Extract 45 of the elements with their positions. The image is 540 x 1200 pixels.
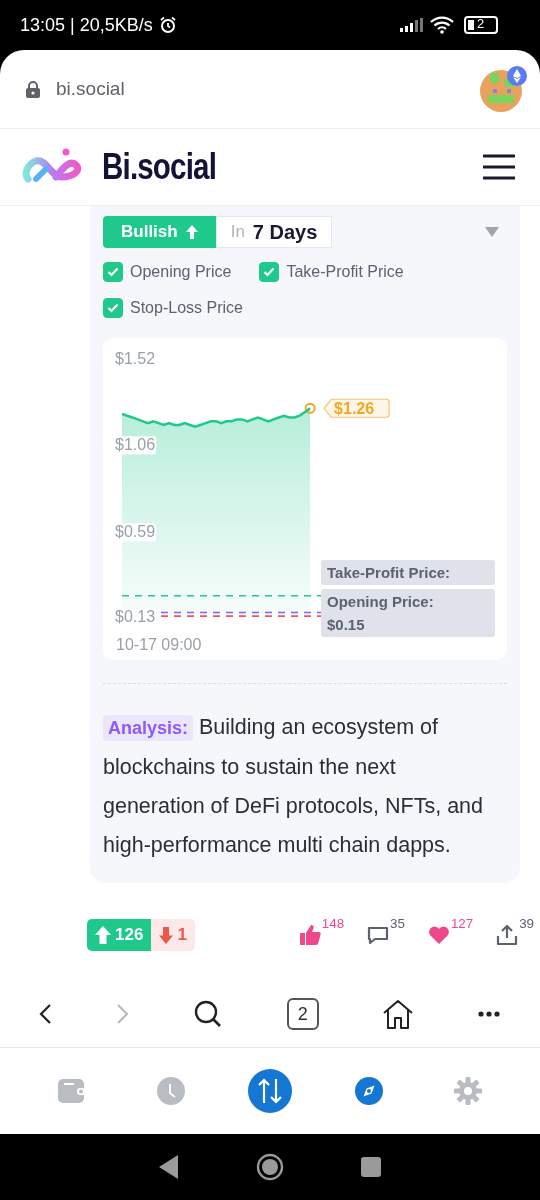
axis-tick-label: $1.52 bbox=[115, 350, 156, 368]
avatar-icon[interactable] bbox=[480, 65, 528, 113]
checkbox-option[interactable]: Opening Price bbox=[103, 262, 232, 282]
check-icon bbox=[107, 303, 119, 313]
arrow-up-icon bbox=[185, 225, 198, 239]
axis-tick-label: $1.06 bbox=[115, 435, 156, 453]
back-icon[interactable] bbox=[38, 1003, 52, 1025]
checkbox[interactable] bbox=[259, 262, 280, 282]
signal-icon bbox=[400, 18, 424, 32]
checkbox[interactable] bbox=[103, 262, 123, 282]
tooltip-value: $0.15 bbox=[327, 616, 366, 633]
tooltip-title: Take-Profit Price: bbox=[327, 564, 452, 581]
start-time-label: 10-17 09:00 bbox=[116, 636, 202, 653]
alarm-icon bbox=[158, 16, 177, 34]
recents-nav-icon[interactable] bbox=[361, 1157, 382, 1177]
checkbox-option[interactable]: Stop-Loss Price bbox=[103, 298, 243, 318]
home-icon[interactable] bbox=[382, 999, 415, 1029]
current-point bbox=[304, 402, 316, 414]
period-text: 7 Days bbox=[252, 220, 318, 244]
checkbox[interactable] bbox=[103, 298, 123, 318]
axis-tick-label: $0.59 bbox=[115, 522, 156, 540]
logo-text[interactable]: Bi.social bbox=[102, 146, 217, 188]
period-prefix: In bbox=[230, 222, 245, 242]
price-label: $1.26 bbox=[323, 398, 390, 418]
back-nav-icon[interactable] bbox=[158, 1155, 179, 1179]
more-icon[interactable] bbox=[477, 1011, 500, 1017]
swap-button[interactable] bbox=[247, 1069, 292, 1113]
compass-icon[interactable] bbox=[355, 1077, 384, 1105]
arrow-up-icon bbox=[95, 926, 111, 944]
arrow-down-icon bbox=[159, 926, 174, 944]
url-text[interactable]: bi.social bbox=[56, 78, 125, 100]
menu-icon[interactable] bbox=[482, 153, 516, 181]
home-nav-icon[interactable] bbox=[256, 1153, 284, 1181]
check-icon bbox=[263, 267, 276, 277]
analysis-text: Analysis: Building an ecosystem of blockchains to sustain the next generation of DeFi protocols, NFTs, and high-performance multi chain dapps. bbox=[103, 714, 485, 859]
battery-icon: 2 bbox=[464, 16, 498, 34]
dropdown-caret-icon[interactable] bbox=[485, 227, 499, 237]
check-icon bbox=[107, 267, 119, 277]
lock-icon bbox=[24, 80, 42, 98]
wifi-icon bbox=[430, 16, 454, 34]
status-time: 13:05 | 20,5KB/s bbox=[20, 14, 153, 36]
tabs-button[interactable]: 2 bbox=[286, 998, 319, 1030]
axis-tick-label: $0.13 bbox=[115, 608, 156, 626]
checkbox-option[interactable]: Take-Profit Price bbox=[259, 262, 404, 282]
tooltip-title: Opening Price: bbox=[327, 593, 435, 610]
